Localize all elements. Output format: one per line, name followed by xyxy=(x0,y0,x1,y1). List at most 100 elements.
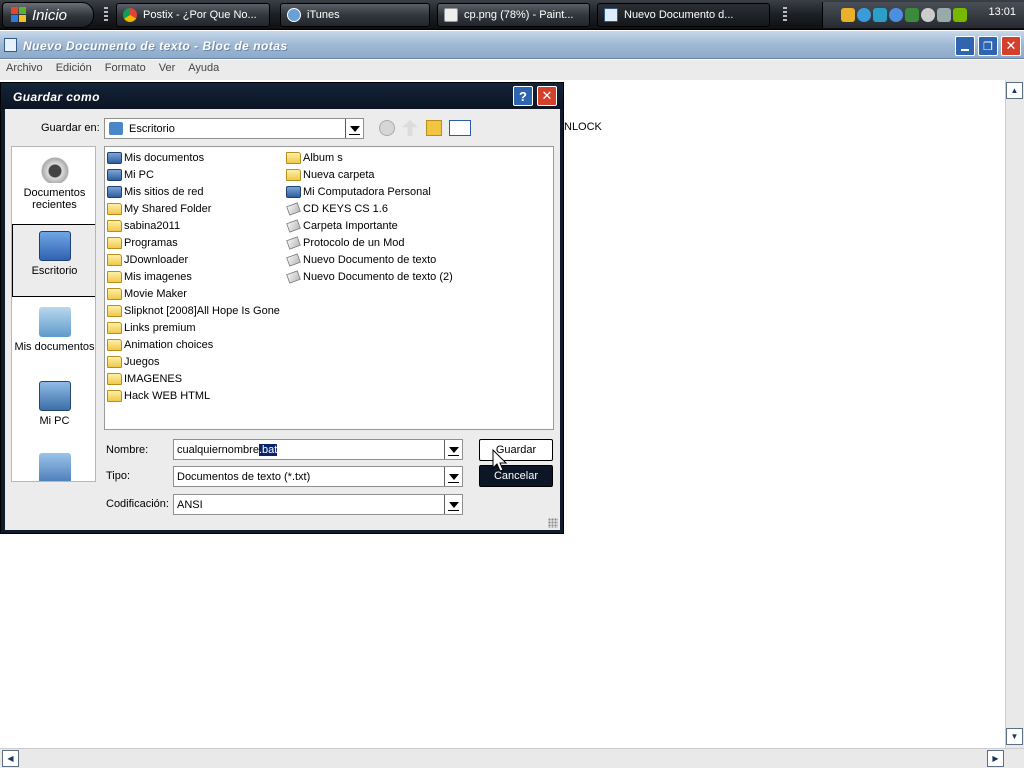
task-postix[interactable]: Postix - ¿Por Que No... xyxy=(116,3,270,27)
file-item[interactable]: Links premium xyxy=(107,320,196,336)
file-item[interactable]: Mi Computadora Personal xyxy=(286,184,431,200)
file-item[interactable]: Carpeta Importante xyxy=(286,218,398,234)
cancel-button[interactable]: Cancelar xyxy=(479,465,553,487)
file-item-label: Hack WEB HTML xyxy=(124,390,211,402)
places-bar: Documentos recientes Escritorio Mis docu… xyxy=(11,146,96,482)
task-itunes[interactable]: iTunes xyxy=(280,3,430,27)
taskbar: Inicio Postix - ¿Por Que No... iTunes cp… xyxy=(0,0,1024,30)
encoding-dropdown[interactable]: ANSI xyxy=(173,494,463,515)
place-label: Mi PC xyxy=(39,415,70,427)
file-item[interactable]: Movie Maker xyxy=(107,286,187,302)
file-item[interactable]: sabina2011 xyxy=(107,218,180,234)
menu-edicion[interactable]: Edición xyxy=(56,60,99,80)
power-icon[interactable] xyxy=(889,8,903,22)
file-item-label: Album s xyxy=(303,152,343,164)
menu-ayuda[interactable]: Ayuda xyxy=(188,60,226,80)
back-icon[interactable] xyxy=(379,120,395,136)
filetype-dropdown[interactable]: Documentos de texto (*.txt) xyxy=(173,466,463,487)
file-item[interactable]: CD KEYS CS 1.6 xyxy=(286,201,388,217)
help-icon: ? xyxy=(519,88,527,104)
file-item[interactable]: Mis sitios de red xyxy=(107,184,203,200)
help-button[interactable]: ? xyxy=(513,86,533,106)
nvidia-icon[interactable] xyxy=(953,8,967,22)
volume-icon[interactable] xyxy=(937,8,951,22)
file-item-label: Juegos xyxy=(124,356,160,368)
file-list[interactable]: Mis documentos Mi PC Mis sitios de red My S… xyxy=(104,146,554,430)
file-item[interactable]: My Shared Folder xyxy=(107,201,211,217)
scroll-right-button[interactable]: ▶ xyxy=(987,750,1004,767)
dialog-titlebar[interactable]: Guardar como ? ✕ xyxy=(1,83,563,109)
dialog-close-button[interactable]: ✕ xyxy=(537,86,557,106)
encoding-label: Codificación: xyxy=(106,498,169,510)
file-item[interactable]: Protocolo de un Mod xyxy=(286,235,405,251)
file-item[interactable]: Hack WEB HTML xyxy=(107,388,210,404)
start-button[interactable]: Inicio xyxy=(2,2,94,28)
place-my-pc[interactable]: Mi PC xyxy=(12,381,95,427)
system-folder-icon xyxy=(107,169,122,181)
resize-grip[interactable] xyxy=(548,518,558,528)
menu-archivo[interactable]: Archivo xyxy=(6,60,50,80)
system-folder-icon xyxy=(107,186,122,198)
system-folder-icon xyxy=(107,152,122,164)
file-item-label: Mis sitios de red xyxy=(124,186,204,198)
my-documents-icon xyxy=(38,307,71,337)
save-in-dropdown[interactable]: Escritorio xyxy=(104,118,364,139)
file-item[interactable]: Nuevo Documento de texto (2) xyxy=(286,269,453,285)
notepad-titlebar[interactable]: Nuevo Documento de texto - Bloc de notas xyxy=(0,31,1024,59)
file-item[interactable]: Slipknot [2008]All Hope Is Gone xyxy=(107,303,280,319)
settings-icon[interactable] xyxy=(921,8,935,22)
view-menu-icon[interactable] xyxy=(449,120,471,136)
close-icon: ✕ xyxy=(1005,38,1017,53)
file-item-label: My Shared Folder xyxy=(124,203,212,215)
file-item[interactable]: JDownloader xyxy=(107,252,188,268)
file-item-label: Protocolo de un Mod xyxy=(303,237,405,249)
network-icon[interactable] xyxy=(905,8,919,22)
minimize-button[interactable] xyxy=(955,36,975,56)
file-item[interactable]: Animation choices xyxy=(107,337,213,353)
place-my-documents[interactable]: Mis documentos xyxy=(12,307,95,353)
vertical-scrollbar[interactable]: ▲ ▼ xyxy=(1005,80,1024,748)
file-item[interactable]: Mis imagenes xyxy=(107,269,192,285)
task-paint[interactable]: cp.png (78%) - Paint... xyxy=(437,3,590,27)
save-button[interactable]: Guardar xyxy=(479,439,553,461)
close-button[interactable]: ✕ xyxy=(1001,36,1021,56)
folder-icon xyxy=(107,322,122,334)
folder-icon xyxy=(286,152,301,164)
file-item[interactable]: Mi PC xyxy=(107,167,154,183)
windows-logo-icon xyxy=(11,7,27,23)
place-network[interactable] xyxy=(12,453,95,481)
scroll-down-button[interactable]: ▼ xyxy=(1006,728,1023,745)
task-label: Nuevo Documento d... xyxy=(624,9,734,21)
restore-button[interactable]: ❐ xyxy=(978,36,998,56)
file-item[interactable]: IMAGENES xyxy=(107,371,182,387)
file-item[interactable]: Nuevo Documento de texto xyxy=(286,252,436,268)
folder-icon xyxy=(107,220,122,232)
new-folder-icon[interactable] xyxy=(426,120,442,136)
text-file-icon xyxy=(286,270,301,284)
filename-input[interactable]: cualquiernombre.bat xyxy=(173,439,463,460)
clock[interactable]: 13:01 xyxy=(988,6,1016,18)
chevron-down-icon xyxy=(444,495,462,514)
file-item[interactable]: Nueva carpeta xyxy=(286,167,375,183)
taskbar-grip[interactable] xyxy=(783,7,787,23)
recent-documents-icon xyxy=(38,153,71,183)
file-item[interactable]: Album s xyxy=(286,150,343,166)
place-desktop[interactable]: Escritorio xyxy=(12,224,95,297)
file-item[interactable]: Juegos xyxy=(107,354,159,370)
info-icon[interactable] xyxy=(857,8,871,22)
file-item[interactable]: Mis documentos xyxy=(107,150,204,166)
task-label: cp.png (78%) - Paint... xyxy=(464,9,574,21)
menu-formato[interactable]: Formato xyxy=(105,60,153,80)
filename-label: Nombre: xyxy=(106,444,149,456)
taskbar-grip[interactable] xyxy=(104,7,108,23)
place-recent[interactable]: Documentos recientes xyxy=(12,153,95,211)
task-notepad[interactable]: Nuevo Documento d... xyxy=(597,3,770,27)
up-folder-icon[interactable] xyxy=(402,120,418,136)
keys-icon[interactable] xyxy=(841,8,855,22)
scroll-up-button[interactable]: ▲ xyxy=(1006,82,1023,99)
horizontal-scrollbar[interactable]: ◀ ▶ xyxy=(0,748,1024,768)
update-icon[interactable] xyxy=(873,8,887,22)
menu-ver[interactable]: Ver xyxy=(159,60,183,80)
scroll-left-button[interactable]: ◀ xyxy=(2,750,19,767)
file-item[interactable]: Programas xyxy=(107,235,178,251)
